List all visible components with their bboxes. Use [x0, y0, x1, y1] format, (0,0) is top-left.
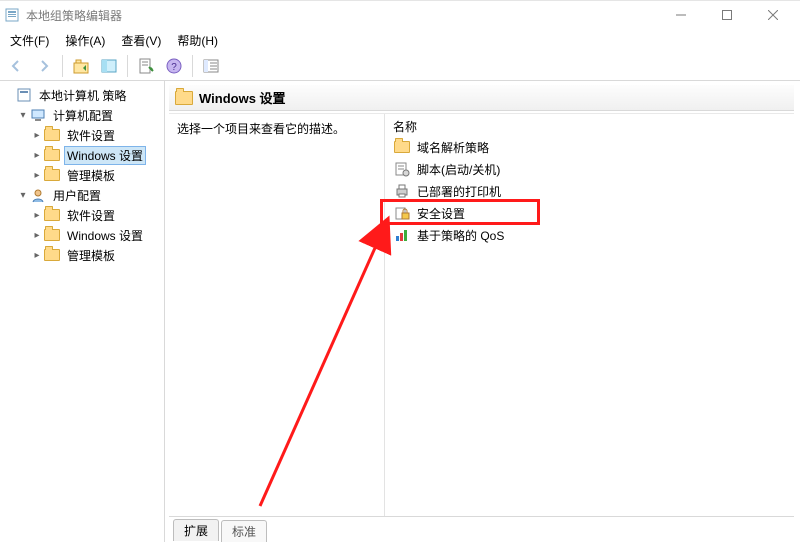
folder-icon — [44, 147, 60, 163]
description-prompt: 选择一个项目来查看它的描述。 — [177, 122, 345, 136]
minimize-button[interactable] — [658, 1, 704, 29]
tree-item-label: 软件设置 — [64, 206, 118, 225]
list-item-label: 域名解析策略 — [417, 139, 489, 156]
column-header-name[interactable]: 名称 — [385, 116, 794, 136]
menubar: 文件(F) 操作(A) 查看(V) 帮助(H) — [0, 29, 800, 51]
tree-pane[interactable]: 本地计算机 策略 ▾ 计算机配置 ▸ 软件设置 ▸ Windows 设置 ▸ — [0, 81, 165, 542]
list-item-label: 安全设置 — [417, 205, 465, 222]
toolbar-sep-3 — [192, 55, 193, 77]
properties-button[interactable] — [134, 54, 158, 78]
tree-twisty-closed[interactable]: ▸ — [30, 210, 44, 221]
svg-text:?: ? — [171, 62, 177, 73]
tree-twisty-closed[interactable]: ▸ — [30, 130, 44, 141]
tree-twisty-closed[interactable]: ▸ — [30, 170, 44, 181]
filter-button[interactable] — [199, 54, 223, 78]
list-item-deployed-printers[interactable]: 已部署的打印机 — [385, 180, 794, 202]
tree-twisty-open[interactable]: ▾ — [16, 190, 30, 201]
tree-item-label: 软件设置 — [64, 126, 118, 145]
list-column: 名称 域名解析策略 脚本(启动/关机) — [384, 114, 794, 516]
window-controls — [658, 1, 796, 29]
security-icon — [393, 204, 411, 222]
list-item-label: 脚本(启动/关机) — [417, 161, 500, 178]
tree-computer-admin-templates[interactable]: ▸ 管理模板 — [2, 165, 162, 185]
menu-file[interactable]: 文件(F) — [4, 30, 55, 51]
menu-help[interactable]: 帮助(H) — [171, 30, 224, 51]
list-item-security-settings[interactable]: 安全设置 — [385, 202, 794, 224]
folder-icon — [44, 247, 60, 263]
tree-root-label: 本地计算机 策略 — [36, 86, 129, 105]
back-button[interactable] — [4, 54, 28, 78]
tree-root[interactable]: 本地计算机 策略 — [2, 85, 162, 105]
up-button[interactable] — [69, 54, 93, 78]
tree-item-label: 管理模板 — [64, 246, 118, 265]
computer-icon — [30, 107, 46, 123]
policy-root-icon — [16, 87, 32, 103]
tree-computer-label: 计算机配置 — [50, 106, 116, 125]
tree-user-label: 用户配置 — [50, 186, 104, 205]
list-item-scripts[interactable]: 脚本(启动/关机) — [385, 158, 794, 180]
list-item-dns-policy[interactable]: 域名解析策略 — [385, 136, 794, 158]
body: 本地计算机 策略 ▾ 计算机配置 ▸ 软件设置 ▸ Windows 设置 ▸ — [0, 81, 800, 542]
tree-twisty-closed[interactable]: ▸ — [30, 230, 44, 241]
list-item-label: 已部署的打印机 — [417, 183, 501, 200]
toolbar-sep-2 — [127, 55, 128, 77]
tree-twisty-open[interactable]: ▾ — [16, 110, 30, 121]
tree-user-config[interactable]: ▾ 用户配置 — [2, 185, 162, 205]
toolbar-sep-1 — [62, 55, 63, 77]
tree-item-label: Windows 设置 — [64, 226, 146, 245]
folder-icon — [44, 227, 60, 243]
show-hide-tree-button[interactable] — [97, 54, 121, 78]
folder-icon — [44, 207, 60, 223]
maximize-button[interactable] — [704, 1, 750, 29]
app-icon — [4, 7, 20, 23]
toolbar: ? — [0, 51, 800, 81]
tree-twisty-closed[interactable]: ▸ — [30, 250, 44, 261]
content-header: Windows 设置 — [169, 85, 794, 111]
qos-icon — [393, 226, 411, 244]
tree-computer-windows-settings[interactable]: ▸ Windows 设置 — [2, 145, 162, 165]
content-pane: Windows 设置 选择一个项目来查看它的描述。 名称 域名解析策略 — [165, 81, 800, 542]
folder-icon — [44, 167, 60, 183]
tabs-row: 扩展 标准 — [169, 516, 794, 540]
close-button[interactable] — [750, 1, 796, 29]
window-title: 本地组策略编辑器 — [26, 7, 658, 24]
user-icon — [30, 187, 46, 203]
folder-icon — [175, 91, 193, 105]
content-body: 选择一个项目来查看它的描述。 名称 域名解析策略 脚本(启动/关机) — [169, 113, 794, 516]
content-title: Windows 设置 — [199, 88, 286, 107]
tree-item-label: Windows 设置 — [64, 146, 146, 165]
tree-twisty-closed[interactable]: ▸ — [30, 150, 44, 161]
folder-icon — [44, 127, 60, 143]
description-column: 选择一个项目来查看它的描述。 — [169, 114, 384, 516]
tree-computer-config[interactable]: ▾ 计算机配置 — [2, 105, 162, 125]
tree-computer-software[interactable]: ▸ 软件设置 — [2, 125, 162, 145]
help-button[interactable]: ? — [162, 54, 186, 78]
script-icon — [393, 160, 411, 178]
folder-icon — [393, 138, 411, 156]
list-item-qos[interactable]: 基于策略的 QoS — [385, 224, 794, 246]
titlebar: 本地组策略编辑器 — [0, 1, 800, 29]
menu-view[interactable]: 查看(V) — [115, 30, 167, 51]
tree-user-admin-templates[interactable]: ▸ 管理模板 — [2, 245, 162, 265]
list-item-label: 基于策略的 QoS — [417, 227, 504, 244]
tree-user-software[interactable]: ▸ 软件设置 — [2, 205, 162, 225]
menu-action[interactable]: 操作(A) — [59, 30, 111, 51]
forward-button[interactable] — [32, 54, 56, 78]
tab-standard[interactable]: 标准 — [221, 520, 267, 542]
tree-item-label: 管理模板 — [64, 166, 118, 185]
app-window: 本地组策略编辑器 文件(F) 操作(A) 查看(V) 帮助(H) — [0, 0, 800, 542]
tab-extended[interactable]: 扩展 — [173, 519, 219, 541]
printer-icon — [393, 182, 411, 200]
tree-user-windows-settings[interactable]: ▸ Windows 设置 — [2, 225, 162, 245]
